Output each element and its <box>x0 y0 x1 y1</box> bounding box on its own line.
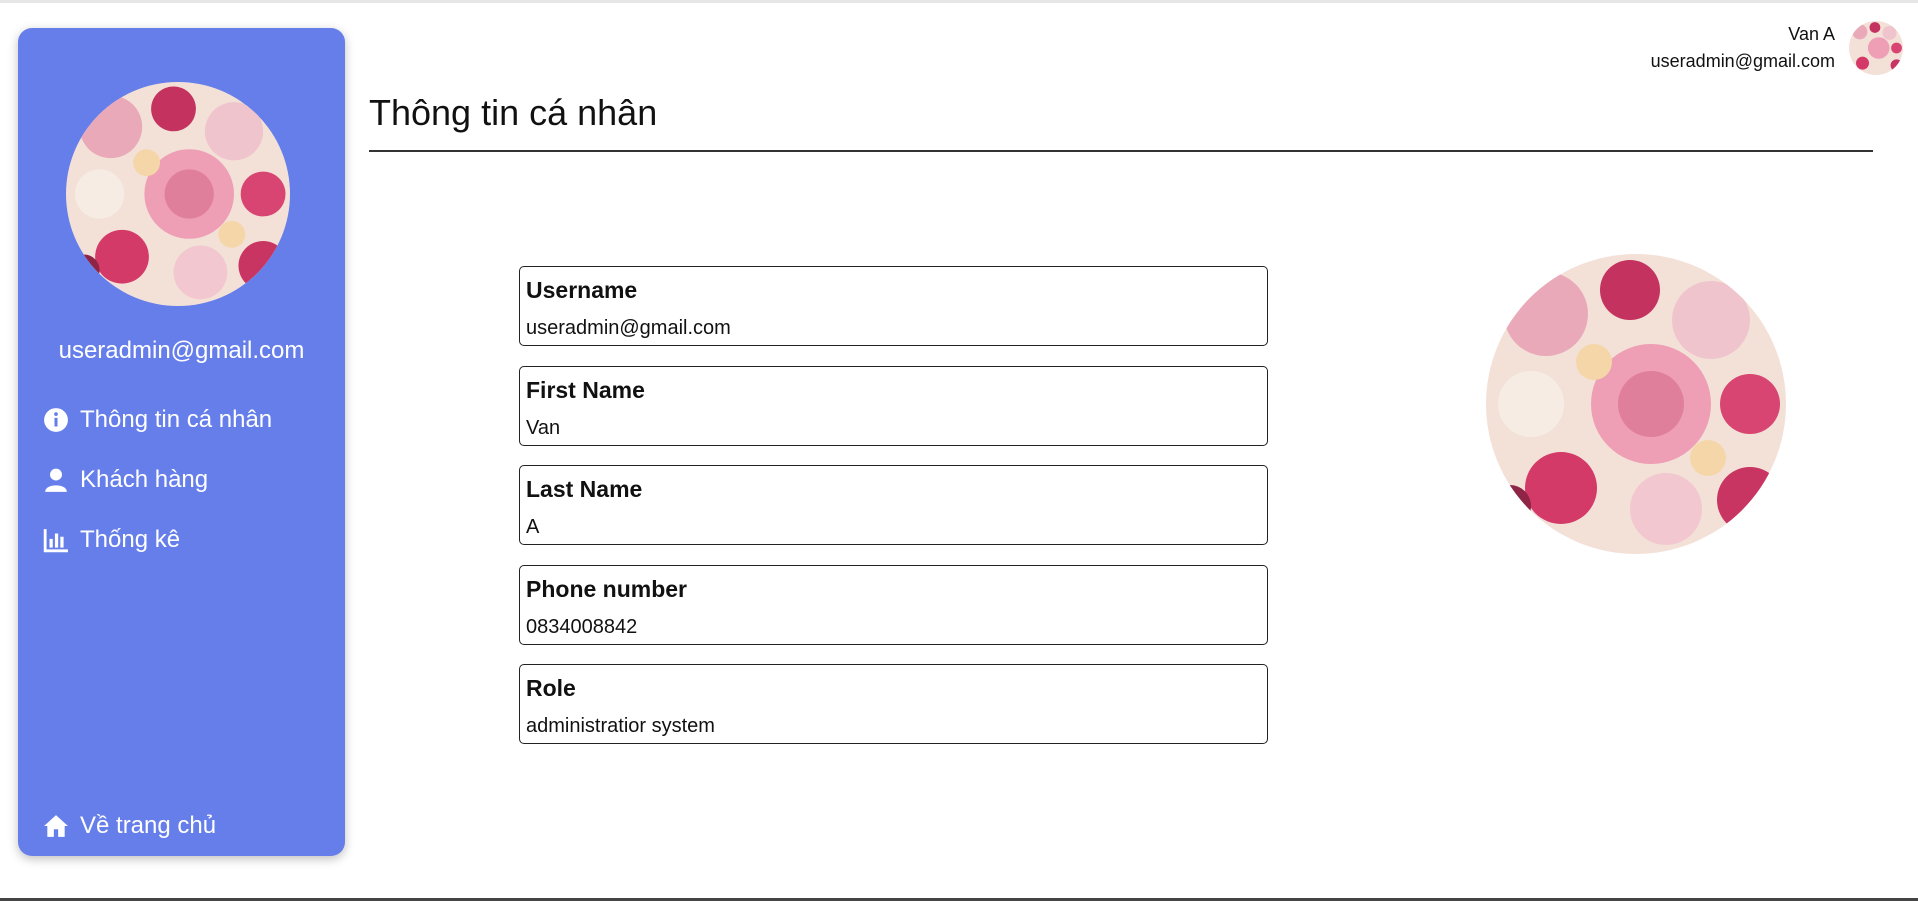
info-circle-icon <box>42 406 70 434</box>
top-divider <box>0 0 1918 3</box>
first-name-field[interactable]: First Name Van <box>519 366 1268 446</box>
header-user-email: useradmin@gmail.com <box>1650 51 1835 71</box>
profile-avatar <box>1486 254 1786 554</box>
user-icon <box>42 466 70 494</box>
sidebar-email: useradmin@gmail.com <box>58 337 305 364</box>
header-avatar[interactable] <box>1849 21 1903 75</box>
field-label: First Name <box>526 377 645 403</box>
title-divider <box>369 150 1873 152</box>
field-value: Van <box>526 417 561 439</box>
last-name-field[interactable]: Last Name A <box>519 465 1268 545</box>
page-title: Thông tin cá nhân <box>369 92 658 133</box>
field-value: useradmin@gmail.com <box>526 317 731 339</box>
sidebar-item-label: Thông tin cá nhân <box>80 406 273 433</box>
sidebar-avatar <box>66 82 290 306</box>
field-label: Role <box>526 675 576 701</box>
field-value: 0834008842 <box>526 616 638 638</box>
header-user-name: Van A <box>1788 24 1835 44</box>
field-label: Username <box>526 277 638 303</box>
sidebar-item-label: Về trang chủ <box>80 812 217 839</box>
sidebar-item-label: Thống kê <box>80 526 181 553</box>
home-icon <box>42 812 70 840</box>
bar-chart-icon <box>42 526 70 554</box>
sidebar-item-personal-info[interactable]: Thông tin cá nhân <box>42 400 272 440</box>
sidebar-home-link[interactable]: Về trang chủ <box>42 806 216 846</box>
field-value: administratior system <box>526 715 715 737</box>
field-value: A <box>526 516 540 538</box>
sidebar: useradmin@gmail.com Thông tin cá nhân Kh… <box>18 28 345 856</box>
username-field[interactable]: Username useradmin@gmail.com <box>519 266 1268 346</box>
sidebar-item-label: Khách hàng <box>80 466 209 493</box>
sidebar-item-customers[interactable]: Khách hàng <box>42 460 208 500</box>
field-label: Last Name <box>526 476 643 502</box>
field-label: Phone number <box>526 576 688 602</box>
sidebar-item-statistics[interactable]: Thống kê <box>42 520 180 560</box>
phone-number-field[interactable]: Phone number 0834008842 <box>519 565 1268 645</box>
role-field[interactable]: Role administratior system <box>519 664 1268 744</box>
